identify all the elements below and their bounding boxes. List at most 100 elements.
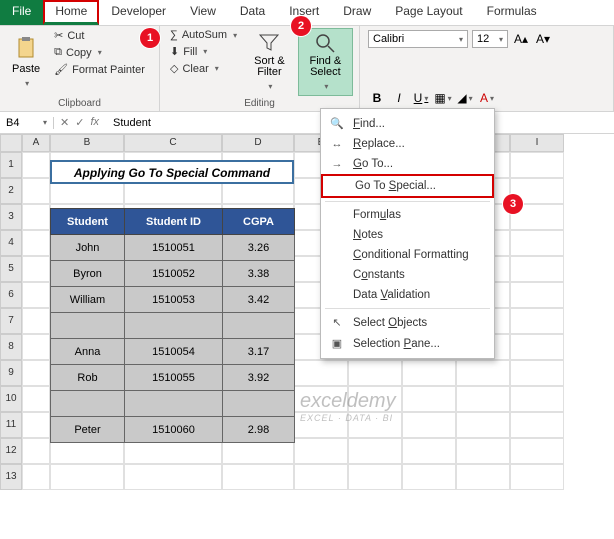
cell[interactable] xyxy=(510,230,564,256)
cell[interactable] xyxy=(456,412,510,438)
table-cell[interactable]: Peter xyxy=(51,417,125,443)
table-cell[interactable]: 1510060 xyxy=(125,417,223,443)
cell[interactable] xyxy=(510,386,564,412)
table-cell[interactable]: Rob xyxy=(51,365,125,391)
cell[interactable] xyxy=(510,412,564,438)
menu-data-validation[interactable]: Data Validation xyxy=(321,285,494,305)
enter-icon[interactable]: ✓ xyxy=(75,116,84,129)
fill-button[interactable]: ⬇ Fill xyxy=(166,44,241,59)
cell[interactable] xyxy=(348,412,402,438)
font-size-select[interactable]: 12 xyxy=(472,30,508,48)
menu-constants[interactable]: Constants xyxy=(321,265,494,285)
menu-goto-special[interactable]: Go To Special... xyxy=(321,174,494,198)
table-cell[interactable]: 3.92 xyxy=(223,365,295,391)
cancel-icon[interactable]: ✕ xyxy=(60,116,69,129)
row-header[interactable]: 1 xyxy=(0,152,22,178)
table-cell[interactable]: 1510055 xyxy=(125,365,223,391)
menu-select-objects[interactable]: ↖Select Objects xyxy=(321,312,494,333)
cell[interactable] xyxy=(402,386,456,412)
fx-icon[interactable]: fx xyxy=(90,116,99,129)
cell[interactable] xyxy=(22,412,50,438)
cell[interactable] xyxy=(348,360,402,386)
cell[interactable] xyxy=(510,334,564,360)
cell[interactable] xyxy=(22,152,50,178)
tab-home[interactable]: Home xyxy=(43,0,99,25)
underline-button[interactable]: U xyxy=(412,89,430,107)
table-cell[interactable]: 2.98 xyxy=(223,417,295,443)
cell[interactable] xyxy=(294,412,348,438)
table-cell[interactable] xyxy=(223,313,295,339)
row-header[interactable]: 5 xyxy=(0,256,22,282)
cell[interactable] xyxy=(22,178,50,204)
tab-view[interactable]: View xyxy=(178,0,228,25)
row-header[interactable]: 3 xyxy=(0,204,22,230)
cell[interactable] xyxy=(402,438,456,464)
table-cell[interactable]: 3.38 xyxy=(223,261,295,287)
table-cell[interactable] xyxy=(125,313,223,339)
paste-button[interactable]: Paste xyxy=(6,28,46,96)
italic-button[interactable]: I xyxy=(390,89,408,107)
sort-filter-button[interactable]: Sort & Filter xyxy=(245,28,294,96)
tab-formulas[interactable]: Formulas xyxy=(475,0,549,25)
cell[interactable] xyxy=(22,386,50,412)
cell[interactable] xyxy=(50,464,124,490)
menu-conditional-formatting[interactable]: Conditional Formatting xyxy=(321,245,494,265)
decrease-font-button[interactable]: A▾ xyxy=(534,30,552,48)
tab-developer[interactable]: Developer xyxy=(99,0,178,25)
cell[interactable] xyxy=(294,386,348,412)
cell[interactable] xyxy=(22,464,50,490)
row-header[interactable]: 8 xyxy=(0,334,22,360)
cell[interactable] xyxy=(22,360,50,386)
menu-selection-pane[interactable]: ▣Selection Pane... xyxy=(321,333,494,354)
copy-button[interactable]: ⧉ Copy xyxy=(50,45,149,60)
col-header[interactable]: A xyxy=(22,134,50,152)
tab-data[interactable]: Data xyxy=(228,0,277,25)
cell[interactable] xyxy=(22,334,50,360)
menu-goto[interactable]: →Go To... xyxy=(321,154,494,174)
select-all-corner[interactable] xyxy=(0,134,22,152)
cell[interactable] xyxy=(402,464,456,490)
row-header[interactable]: 13 xyxy=(0,464,22,490)
row-header[interactable]: 9 xyxy=(0,360,22,386)
increase-font-button[interactable]: A▴ xyxy=(512,30,530,48)
table-cell[interactable] xyxy=(51,313,125,339)
cell[interactable] xyxy=(456,464,510,490)
cell[interactable] xyxy=(456,438,510,464)
table-cell[interactable] xyxy=(51,391,125,417)
cell[interactable] xyxy=(294,438,348,464)
fill-color-button[interactable]: ◢ xyxy=(456,89,474,107)
cell[interactable] xyxy=(22,438,50,464)
table-cell[interactable]: William xyxy=(51,287,125,313)
format-painter-button[interactable]: 🖌 Format Painter xyxy=(50,62,149,77)
menu-find[interactable]: 🔍Find... xyxy=(321,113,494,134)
table-cell[interactable]: 3.26 xyxy=(223,235,295,261)
cell[interactable] xyxy=(124,464,222,490)
cell[interactable] xyxy=(510,282,564,308)
row-header[interactable]: 11 xyxy=(0,412,22,438)
row-header[interactable]: 10 xyxy=(0,386,22,412)
table-cell[interactable]: Byron xyxy=(51,261,125,287)
row-header[interactable]: 12 xyxy=(0,438,22,464)
tab-page-layout[interactable]: Page Layout xyxy=(383,0,474,25)
cell[interactable] xyxy=(510,256,564,282)
cell[interactable] xyxy=(294,464,348,490)
row-header[interactable]: 2 xyxy=(0,178,22,204)
cell[interactable] xyxy=(294,360,348,386)
find-select-button[interactable]: Find & Select xyxy=(298,28,353,96)
border-button[interactable]: ▦ xyxy=(434,89,452,107)
cell[interactable] xyxy=(22,256,50,282)
cell[interactable] xyxy=(510,308,564,334)
cell[interactable] xyxy=(402,412,456,438)
clear-button[interactable]: ◇ Clear xyxy=(166,61,241,76)
cell[interactable] xyxy=(510,360,564,386)
cell[interactable] xyxy=(22,230,50,256)
bold-button[interactable]: B xyxy=(368,89,386,107)
menu-notes[interactable]: Notes xyxy=(321,225,494,245)
cell[interactable] xyxy=(510,152,564,178)
col-header[interactable]: I xyxy=(510,134,564,152)
row-header[interactable]: 7 xyxy=(0,308,22,334)
cell[interactable] xyxy=(510,464,564,490)
table-cell[interactable]: 1510054 xyxy=(125,339,223,365)
cell[interactable] xyxy=(348,386,402,412)
menu-replace[interactable]: ↔Replace... xyxy=(321,134,494,154)
